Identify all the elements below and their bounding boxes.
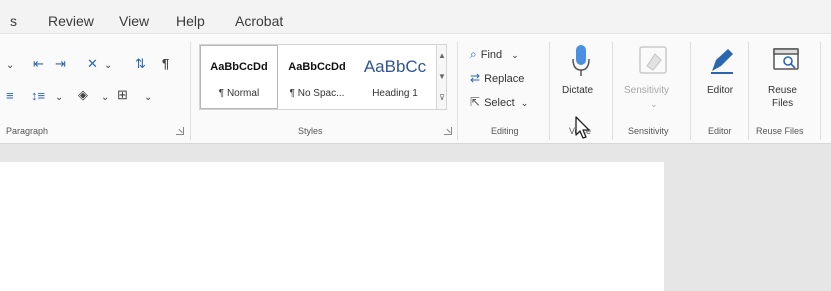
line-spacing-icon[interactable]: ↕≡ [31, 88, 45, 104]
divider [190, 42, 191, 140]
sensitivity-tag-icon [639, 46, 667, 74]
gallery-more-icon[interactable]: ⊽ [437, 87, 447, 108]
select-button[interactable]: ⇱ Select ⌄ [470, 95, 528, 109]
paragraph-group-label: Paragraph [6, 126, 49, 136]
style-sample: AaBbCcDd [210, 61, 268, 73]
find-button[interactable]: ⌕ Find ⌄ [470, 47, 519, 62]
divider [690, 42, 691, 140]
reuse-files-label-line1: Reuse [768, 85, 797, 96]
tab-view[interactable]: View [119, 13, 149, 29]
shading-icon[interactable]: ◈ [78, 87, 88, 103]
tab-review[interactable]: Review [48, 13, 94, 29]
divider [748, 42, 749, 140]
style-sample: AaBbCc [363, 57, 427, 76]
styles-launcher-icon[interactable] [444, 127, 452, 135]
sensitivity-group-label: Sensitivity [628, 126, 669, 136]
borders-dropdown-icon[interactable]: ⌄ [144, 90, 152, 106]
tab-acrobat[interactable]: Acrobat [235, 13, 283, 29]
pilcrow-icon[interactable]: ¶ [162, 56, 169, 72]
divider [612, 42, 613, 140]
indent-increase-icon[interactable]: ⇥ [55, 56, 66, 72]
chevron-down-icon: ⌄ [650, 99, 658, 109]
style-heading-1[interactable]: AaBbCc Heading 1 [355, 46, 435, 108]
editor-label: Editor [707, 85, 734, 96]
gallery-down-icon[interactable]: ▼ [437, 66, 447, 87]
asian-layout-dropdown-icon[interactable]: ⌄ [104, 58, 112, 74]
divider [549, 42, 550, 140]
reuse-files-label-line2: Files [772, 98, 794, 109]
style-sample: AaBbCcDd [288, 61, 346, 73]
styles-gallery: AaBbCcDd ¶ Normal AaBbCcDd ¶ No Spac... … [199, 44, 447, 110]
editor-group-label: Editor [708, 126, 732, 136]
sort-icon[interactable]: ⇅ [135, 56, 146, 72]
divider [820, 42, 821, 140]
line-spacing-dropdown-icon[interactable]: ⌄ [55, 90, 63, 106]
ribbon-tab-strip: s Review View Help Acrobat [0, 0, 831, 34]
replace-button[interactable]: ⇄ Replace [470, 71, 524, 85]
mouse-cursor-icon [575, 116, 590, 139]
editing-group-label: Editing [491, 126, 519, 136]
shading-dropdown-icon[interactable]: ⌄ [101, 90, 109, 106]
sensitivity-label: Sensitivity [624, 85, 670, 96]
search-icon: ⌕ [470, 47, 477, 61]
asian-layout-icon[interactable]: ✕ [87, 56, 98, 72]
bullets-dropdown-icon[interactable]: ⌄ [6, 58, 14, 74]
gallery-scrollbar: ▲ ▼ ⊽ [436, 45, 446, 109]
styles-group-label: Styles [298, 126, 323, 136]
reuse-files-icon [773, 48, 799, 70]
replace-label: Replace [484, 73, 525, 85]
editor-pen-icon [711, 49, 733, 74]
style-no-spacing[interactable]: AaBbCcDd ¶ No Spac... [279, 46, 355, 108]
select-label: Select [484, 97, 515, 109]
ribbon: ⌄ ⇤ ⇥ ✕ ⌄ ⇅ ¶ ≡ ↕≡ ⌄ ◈ ⌄ ⊞ ⌄ Paragraph A… [0, 34, 831, 144]
tab-references[interactable]: s [10, 13, 17, 29]
tab-help[interactable]: Help [176, 13, 205, 29]
style-name: Heading 1 [372, 88, 418, 99]
chevron-down-icon: ⌄ [511, 50, 519, 60]
divider [457, 42, 458, 140]
dictate-label: Dictate [562, 85, 594, 96]
chevron-down-icon: ⌄ [520, 98, 529, 108]
microphone-icon [572, 45, 590, 76]
replace-icon: ⇄ [470, 71, 481, 85]
align-justify-icon[interactable]: ≡ [6, 88, 14, 104]
find-label: Find [480, 49, 503, 61]
gallery-up-icon[interactable]: ▲ [437, 45, 447, 66]
reuse-files-group-label: Reuse Files [756, 126, 804, 136]
style-normal[interactable]: AaBbCcDd ¶ Normal [200, 45, 278, 109]
paragraph-launcher-icon[interactable] [176, 127, 184, 135]
style-name: ¶ Normal [218, 88, 260, 99]
cursor-arrow-icon: ⇱ [470, 95, 481, 109]
document-page[interactable] [0, 162, 664, 291]
indent-decrease-icon[interactable]: ⇤ [33, 56, 44, 72]
style-name: ¶ No Spac... [289, 88, 345, 99]
borders-icon[interactable]: ⊞ [117, 87, 128, 103]
